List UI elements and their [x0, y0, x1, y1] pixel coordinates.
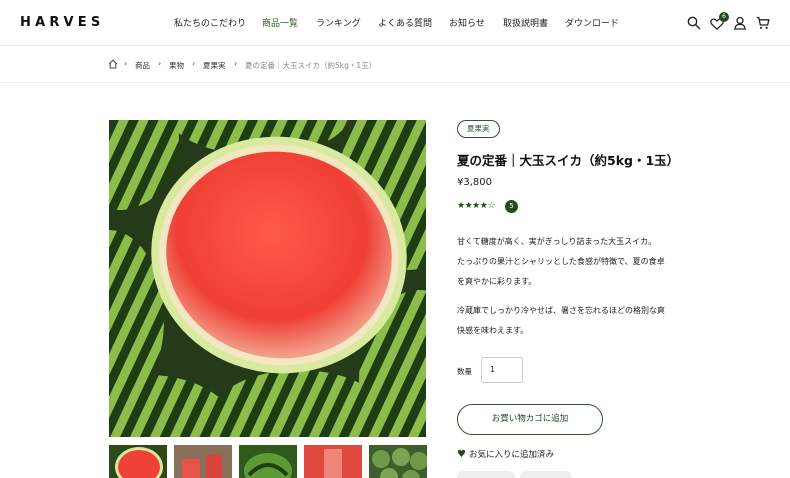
rating-count-badge[interactable]: 5	[505, 200, 518, 213]
product-title: 夏の定番｜大玉スイカ（約5kg・1玉）	[457, 153, 680, 168]
thumbnail-5[interactable]	[369, 445, 427, 478]
star-filled-icon: ★	[457, 201, 465, 211]
site-header: HARVES 私たちのこだわり 商品一覧 ランキング よくある質問 お知らせ 取…	[0, 0, 790, 46]
site-logo[interactable]: HARVES	[20, 15, 104, 30]
breadcrumb-item-summer-fruits[interactable]: 夏果実	[203, 60, 226, 71]
tag-chip[interactable]	[457, 471, 515, 478]
thumbnail-4[interactable]	[304, 445, 362, 478]
description-line: 冷蔵庫でしっかり冷やせば、暑さを忘れるほどの格別な爽	[457, 306, 665, 315]
product-main-image[interactable]	[109, 120, 426, 437]
breadcrumb-item-products[interactable]: 商品	[135, 60, 150, 71]
favorite-label: お気に入りに追加済み	[468, 450, 554, 460]
nav-item-download[interactable]: ダウンロード	[565, 16, 619, 29]
description-line: 快感を味わえます。	[457, 326, 529, 335]
tag-chip[interactable]	[520, 471, 572, 478]
category-tag[interactable]: 夏果実	[457, 120, 500, 138]
favorite-toggle[interactable]: ♥ お気に入りに追加済み	[457, 448, 554, 460]
nav-item-faq[interactable]: よくある質問	[378, 16, 432, 29]
nav-item-news[interactable]: お知らせ	[449, 16, 485, 29]
breadcrumb-separator-icon: ›	[158, 59, 162, 68]
breadcrumb-separator-icon: ›	[124, 59, 128, 68]
cart-icon[interactable]	[756, 16, 770, 30]
breadcrumb: › 商品 › 果物 › 夏果実 › 夏の定番｜大玉スイカ（約5kg・1玉）	[0, 47, 790, 83]
home-icon[interactable]	[108, 59, 118, 69]
thumbnail-3[interactable]	[239, 445, 297, 478]
breadcrumb-item-fruits[interactable]: 果物	[169, 60, 184, 71]
product-price: ¥3,800	[457, 177, 492, 188]
breadcrumb-current: 夏の定番｜大玉スイカ（約5kg・1玉）	[245, 61, 377, 70]
quantity-input[interactable]: 1	[481, 357, 523, 383]
description-line: を爽やかに彩ります。	[457, 277, 537, 286]
heart-filled-icon: ♥	[457, 449, 466, 460]
thumbnail-1[interactable]	[109, 445, 167, 478]
star-filled-icon: ★	[472, 201, 480, 211]
star-empty-icon: ☆	[487, 201, 495, 211]
wishlist-count-badge: 6	[719, 12, 729, 22]
breadcrumb-separator-icon: ›	[192, 59, 196, 68]
thumbnail-2[interactable]	[174, 445, 232, 478]
quantity-label: 数量	[457, 367, 472, 376]
user-icon[interactable]	[733, 16, 747, 30]
rating-stars: ★★★★☆	[457, 201, 495, 211]
nav-item-products[interactable]: 商品一覧	[262, 16, 298, 29]
nav-item-commitment[interactable]: 私たちのこだわり	[174, 16, 246, 29]
description-line: 甘くて糖度が高く、実がぎっしり詰まった大玉スイカ。	[457, 237, 657, 246]
breadcrumb-separator-icon: ›	[234, 59, 238, 68]
nav-item-manual[interactable]: 取扱説明書	[503, 16, 548, 29]
search-icon[interactable]	[687, 16, 701, 30]
add-to-cart-button[interactable]: お買い物カゴに追加	[457, 404, 603, 435]
nav-item-ranking[interactable]: ランキング	[316, 16, 361, 29]
description-line: たっぷりの果汁とシャリッとした食感が特徴で、夏の食卓	[457, 257, 665, 266]
